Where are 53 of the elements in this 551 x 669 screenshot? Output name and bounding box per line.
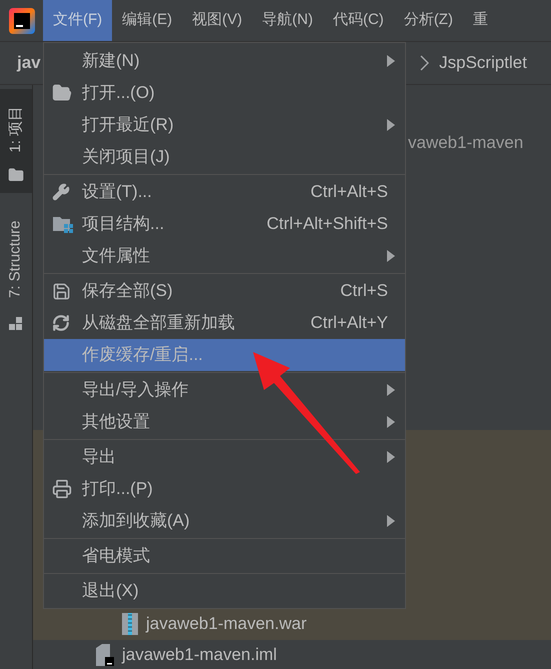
breadcrumb-item[interactable]: jav	[17, 50, 41, 76]
shortcut-label: Ctrl+S	[340, 280, 388, 302]
menu-item[interactable]: 打开最近(R)	[44, 109, 405, 141]
menu-item[interactable]: 文件属性	[44, 240, 405, 272]
menu-bar-item[interactable]: 代码(C)	[322, 0, 394, 41]
breadcrumb-item[interactable]: JspScriptlet	[439, 50, 527, 76]
menu-bar-item[interactable]: 重	[462, 0, 498, 41]
shortcut-label: Ctrl+Alt+Y	[310, 312, 388, 334]
menu-bar-item[interactable]: 分析(Z)	[394, 0, 463, 41]
printer-icon	[52, 479, 72, 499]
app-logo-icon	[8, 8, 34, 34]
folder-open-icon	[52, 83, 72, 103]
shortcut-label: Ctrl+Alt+Shift+S	[266, 213, 388, 236]
chevron-icon	[420, 55, 430, 71]
menu-item[interactable]: 项目结构... Ctrl+Alt+Shift+S	[44, 208, 405, 240]
menu-bar-item[interactable]: 文件(F)	[43, 0, 112, 41]
archive-icon	[122, 613, 138, 635]
submenu-arrow-icon	[387, 515, 395, 527]
save-icon	[52, 282, 71, 300]
menu-item[interactable]: 保存全部(S) Ctrl+S	[44, 275, 405, 307]
tool-window-tab[interactable]: 7: Structure	[0, 199, 32, 341]
submenu-arrow-icon	[387, 55, 395, 67]
submenu-arrow-icon	[387, 119, 395, 131]
menu-item[interactable]: 退出(X)	[44, 575, 405, 607]
menu-item[interactable]: 添加到收藏(A)	[44, 505, 405, 537]
folder-icon	[8, 167, 24, 183]
tree-item[interactable]: javaweb1-maven.war	[146, 611, 307, 637]
submenu-arrow-icon	[387, 451, 395, 463]
tree-item[interactable]: vaweb1-maven	[408, 133, 524, 152]
tree-item[interactable]: javaweb1-maven.iml	[122, 642, 277, 668]
tool-window-tab[interactable]: 1: 项目	[0, 89, 32, 193]
refresh-icon	[52, 314, 70, 332]
submenu-arrow-icon	[387, 416, 395, 428]
shortcut-label: Ctrl+Alt+S	[310, 181, 388, 204]
menu-item[interactable]: 新建(N)	[44, 45, 405, 77]
submenu-arrow-icon	[387, 384, 395, 396]
menu-bar-item[interactable]: 视图(V)	[182, 0, 252, 41]
menu-item[interactable]: 导出/导入操作	[44, 374, 405, 406]
menu-item[interactable]: 关闭项目(J)	[44, 141, 405, 173]
menu-item[interactable]: 从磁盘全部重新加载 Ctrl+Alt+Y	[44, 307, 405, 339]
menu-item[interactable]: 打印...(P)	[44, 473, 405, 505]
menu-bar-item[interactable]: 编辑(E)	[112, 0, 182, 41]
menu-bar-item[interactable]: 导航(N)	[252, 0, 323, 41]
menu-item[interactable]: 其他设置	[44, 406, 405, 438]
menu-item[interactable]: 省电模式	[44, 540, 405, 572]
menu-item[interactable]: 打开...(O)	[44, 77, 405, 109]
menu-item[interactable]: 设置(T)... Ctrl+Alt+S	[44, 176, 405, 208]
menu-item[interactable]: 导出	[44, 441, 405, 473]
submenu-arrow-icon	[387, 250, 395, 262]
project-structure-icon	[52, 214, 74, 234]
structure-icon	[9, 317, 23, 331]
module-file-icon	[96, 644, 114, 666]
wrench-icon	[52, 183, 70, 201]
